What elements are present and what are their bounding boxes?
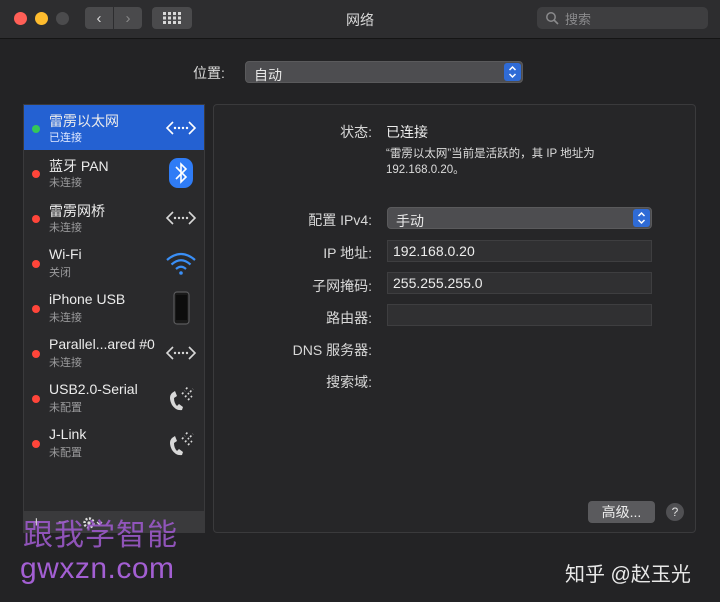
location-select[interactable]: 自动 (245, 61, 523, 83)
service-status: 未连接 (49, 177, 82, 189)
router-field[interactable] (387, 304, 652, 326)
network-preferences-window: ‹ › 网络 搜索 位置: 自动 雷雳以太网 已连接 蓝牙 PAN 未连接 雷雳… (0, 0, 720, 602)
status-dot (32, 440, 40, 448)
updown-chevron-icon (633, 209, 650, 227)
zhihu-watermark: 知乎 @赵玉光 (565, 564, 691, 586)
service-name: Wi-Fi (49, 246, 82, 262)
iphone-icon (173, 291, 190, 325)
location-label: 位置: (193, 65, 225, 81)
status-dot (32, 305, 40, 313)
service-item-usb-serial[interactable]: USB2.0-Serial 未配置 (24, 375, 204, 420)
service-name: Parallel...ared #0 (49, 336, 155, 352)
config-ipv4-value: 手动 (396, 213, 424, 229)
service-item-thunderbolt-bridge[interactable]: 雷雳网桥 未连接 (24, 195, 204, 240)
ip-address-label: IP 地址: (323, 245, 372, 261)
dns-servers-label: DNS 服务器: (292, 342, 372, 358)
status-dot (32, 125, 40, 133)
ip-address-field[interactable]: 192.168.0.20 (387, 240, 652, 262)
service-status: 未连接 (49, 222, 82, 234)
service-name: 雷雳网桥 (49, 203, 105, 219)
status-description-line2: 192.168.0.20。 (386, 164, 465, 176)
help-button[interactable]: ? (666, 503, 684, 521)
service-status: 未配置 (49, 402, 82, 414)
wifi-icon (166, 252, 196, 275)
service-status: 未连接 (49, 312, 82, 324)
ethernet-arrows-icon (165, 121, 197, 135)
location-value: 自动 (254, 67, 282, 83)
service-item-wifi[interactable]: Wi-Fi 关闭 (24, 240, 204, 285)
status-dot (32, 260, 40, 268)
service-item-thunderbolt-ethernet[interactable]: 雷雳以太网 已连接 (24, 105, 204, 150)
subnet-mask-field[interactable]: 255.255.255.0 (387, 272, 652, 294)
phone-modem-icon (170, 431, 194, 456)
status-dot (32, 215, 40, 223)
service-name: J-Link (49, 426, 87, 442)
status-value: 已连接 (386, 124, 428, 140)
advanced-button[interactable]: 高级... (588, 501, 655, 523)
search-placeholder: 搜索 (565, 11, 592, 27)
service-name: 蓝牙 PAN (49, 158, 109, 174)
service-item-bluetooth-pan[interactable]: 蓝牙 PAN 未连接 (24, 150, 204, 195)
subnet-mask-value: 255.255.255.0 (393, 275, 483, 291)
service-name: iPhone USB (49, 291, 126, 307)
phone-modem-icon (170, 386, 194, 411)
service-item-jlink[interactable]: J-Link 未配置 (24, 420, 204, 465)
service-item-iphone-usb[interactable]: iPhone USB 未连接 (24, 285, 204, 330)
status-dot (32, 170, 40, 178)
subnet-mask-label: 子网掩码: (312, 278, 372, 294)
service-status: 关闭 (49, 267, 71, 279)
service-name: USB2.0-Serial (49, 381, 138, 397)
service-list: 雷雳以太网 已连接 蓝牙 PAN 未连接 雷雳网桥 未连接 Wi-Fi 关闭 i… (23, 104, 205, 512)
status-description-line1: “雷雳以太网”当前是活跃的，其 IP 地址为 (386, 148, 595, 160)
bluetooth-icon (169, 158, 193, 188)
service-name: 雷雳以太网 (49, 113, 119, 129)
status-dot (32, 350, 40, 358)
service-status: 未连接 (49, 357, 82, 369)
ethernet-arrows-icon (165, 211, 197, 225)
search-icon (546, 12, 559, 25)
config-ipv4-label: 配置 IPv4: (308, 212, 372, 228)
service-status: 已连接 (49, 132, 82, 144)
search-domains-label: 搜索域: (326, 374, 372, 390)
status-label: 状态: (340, 124, 372, 140)
updown-chevron-icon (504, 63, 521, 81)
service-item-parallels-shared[interactable]: Parallel...ared #0 未连接 (24, 330, 204, 375)
ip-address-value: 192.168.0.20 (393, 243, 475, 259)
watermark-text: 跟我学智能 (23, 519, 178, 552)
config-ipv4-select[interactable]: 手动 (387, 207, 652, 229)
router-label: 路由器: (326, 310, 372, 326)
search-field[interactable]: 搜索 (537, 7, 708, 29)
service-status: 未配置 (49, 447, 82, 459)
title-bar: ‹ › 网络 搜索 (0, 0, 720, 39)
watermark-url: gwxzn.com (20, 552, 175, 585)
status-dot (32, 395, 40, 403)
ethernet-arrows-icon (165, 346, 197, 360)
